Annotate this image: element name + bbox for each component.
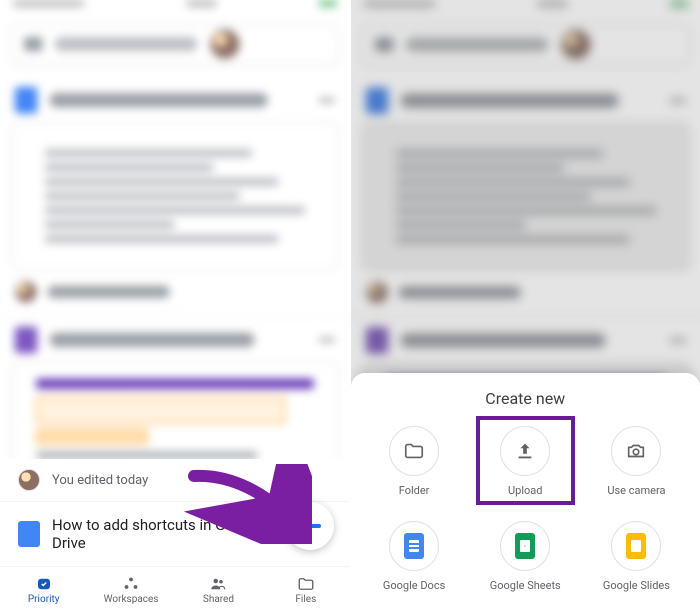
google-docs-icon bbox=[389, 521, 439, 571]
folder-icon bbox=[389, 426, 439, 476]
create-sheets-label: Google Sheets bbox=[490, 579, 561, 592]
create-sheets-button[interactable]: Google Sheets bbox=[470, 513, 581, 600]
camera-icon bbox=[611, 426, 661, 476]
google-sheets-icon bbox=[500, 521, 550, 571]
nav-workspaces[interactable]: Workspaces bbox=[87, 567, 174, 614]
create-new-fab[interactable] bbox=[286, 502, 334, 550]
edited-text: You edited today bbox=[52, 473, 148, 488]
create-folder-label: Folder bbox=[399, 484, 430, 497]
editor-avatar bbox=[18, 469, 40, 491]
create-slides-button[interactable]: Google Slides bbox=[581, 513, 692, 600]
phone-left: You edited today How to add shortcuts in… bbox=[0, 0, 351, 614]
plus-icon bbox=[299, 515, 321, 537]
priority-icon bbox=[34, 576, 54, 592]
create-new-sheet: Create new Folder Upload bbox=[351, 373, 700, 614]
files-icon bbox=[296, 576, 316, 592]
phone-right: Create new Folder Upload bbox=[351, 0, 700, 614]
nav-files-label: Files bbox=[295, 594, 316, 605]
create-camera-label: Use camera bbox=[607, 484, 665, 497]
create-slides-label: Google Slides bbox=[603, 579, 670, 592]
file-title: How to add shortcuts in Google Drive bbox=[52, 516, 300, 552]
bottom-nav: Priority Workspaces Shared bbox=[0, 566, 350, 614]
create-docs-label: Google Docs bbox=[383, 579, 445, 592]
create-new-title: Create new bbox=[351, 389, 700, 408]
nav-priority-label: Priority bbox=[28, 594, 60, 605]
upload-highlight-box bbox=[476, 416, 575, 505]
google-slides-icon bbox=[611, 521, 661, 571]
nav-files[interactable]: Files bbox=[262, 567, 349, 614]
nav-shared[interactable]: Shared bbox=[175, 567, 262, 614]
nav-priority[interactable]: Priority bbox=[0, 567, 87, 614]
create-docs-button[interactable]: Google Docs bbox=[359, 513, 470, 600]
create-camera-button[interactable]: Use camera bbox=[581, 418, 692, 505]
nav-shared-label: Shared bbox=[203, 594, 234, 605]
workspaces-icon bbox=[121, 576, 141, 592]
left-blurred-background bbox=[0, 0, 351, 494]
nav-workspaces-label: Workspaces bbox=[104, 594, 159, 605]
google-docs-icon bbox=[18, 521, 40, 547]
create-folder-button[interactable]: Folder bbox=[359, 418, 470, 505]
shared-icon bbox=[208, 576, 228, 592]
